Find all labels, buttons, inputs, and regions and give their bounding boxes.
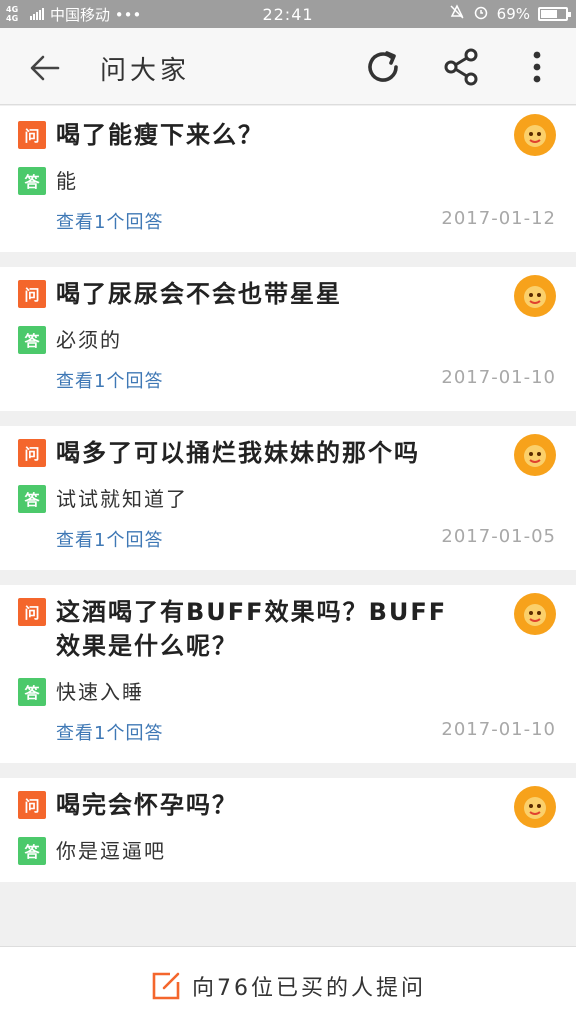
question-badge: 问 xyxy=(18,439,46,467)
page-title: 问大家 xyxy=(100,56,191,86)
answer-text: 能 xyxy=(56,169,78,193)
answer-text: 试试就知道了 xyxy=(56,487,188,511)
back-button[interactable] xyxy=(22,48,68,88)
mascot-avatar-icon xyxy=(524,445,546,467)
refresh-button[interactable] xyxy=(360,44,406,90)
avatar xyxy=(514,786,556,828)
mascot-avatar-icon xyxy=(524,125,546,147)
question-date: 2017-01-10 xyxy=(441,367,556,388)
edit-icon xyxy=(152,972,180,999)
question-list[interactable]: 问喝了能瘦下来么？ 答能 查看1个回答 2017-01-12 问喝了尿尿会不会也带… xyxy=(0,106,576,946)
question-card[interactable]: 问这酒喝了有BUFF效果吗？BUFF效果是什么呢？ 答快速入睡 查看1个回答 20… xyxy=(0,585,576,763)
app-header: 问大家 xyxy=(0,28,576,105)
more-vertical-icon xyxy=(533,51,541,83)
alarm-icon xyxy=(473,4,489,24)
view-answers-link[interactable]: 查看1个回答 xyxy=(56,367,163,393)
question-badge: 问 xyxy=(18,121,46,149)
mascot-avatar-icon xyxy=(524,286,546,308)
arrow-left-icon xyxy=(30,55,60,81)
ask-question-label: 向76位已买的人提问 xyxy=(192,975,426,1001)
question-card[interactable]: 问喝完会怀孕吗？ 答你是逗逼吧 xyxy=(0,778,576,882)
avatar xyxy=(514,434,556,476)
answer-badge: 答 xyxy=(18,326,46,354)
question-text: 这酒喝了有BUFF效果吗？BUFF效果是什么呢？ xyxy=(56,598,448,660)
question-badge: 问 xyxy=(18,598,46,626)
answer-badge: 答 xyxy=(18,167,46,195)
ask-question-button[interactable]: 向76位已买的人提问 xyxy=(0,946,576,1024)
mascot-avatar-icon xyxy=(524,797,546,819)
battery-level xyxy=(541,10,557,18)
answer-badge: 答 xyxy=(18,485,46,513)
question-text: 喝了尿尿会不会也带星星 xyxy=(56,280,342,308)
battery-percent: 69% xyxy=(496,5,530,23)
answer-text: 快速入睡 xyxy=(56,680,144,704)
avatar xyxy=(514,593,556,635)
view-answers-link[interactable]: 查看1个回答 xyxy=(56,719,163,745)
question-badge: 问 xyxy=(18,791,46,819)
view-answers-link[interactable]: 查看1个回答 xyxy=(56,208,163,234)
question-text: 喝多了可以捅烂我妹妹的那个吗 xyxy=(56,439,420,467)
mute-icon xyxy=(449,4,465,24)
share-icon xyxy=(444,48,478,86)
answer-badge: 答 xyxy=(18,837,46,865)
battery-icon xyxy=(538,7,571,21)
question-badge: 问 xyxy=(18,280,46,308)
question-card[interactable]: 问喝多了可以捅烂我妹妹的那个吗 答试试就知道了 查看1个回答 2017-01-05 xyxy=(0,426,576,570)
answer-text: 你是逗逼吧 xyxy=(56,839,166,863)
view-answers-link[interactable]: 查看1个回答 xyxy=(56,526,163,552)
question-date: 2017-01-10 xyxy=(441,719,556,740)
avatar xyxy=(514,275,556,317)
more-button[interactable] xyxy=(514,44,560,90)
refresh-icon xyxy=(368,51,398,82)
mascot-avatar-icon xyxy=(524,604,546,626)
question-text: 喝了能瘦下来么？ xyxy=(56,121,264,149)
question-card[interactable]: 问喝了能瘦下来么？ 答能 查看1个回答 2017-01-12 xyxy=(0,106,576,252)
share-button[interactable] xyxy=(438,44,484,90)
question-date: 2017-01-05 xyxy=(441,526,556,547)
answer-badge: 答 xyxy=(18,678,46,706)
avatar xyxy=(514,114,556,156)
question-card[interactable]: 问喝了尿尿会不会也带星星 答必须的 查看1个回答 2017-01-10 xyxy=(0,267,576,411)
answer-text: 必须的 xyxy=(56,328,122,352)
question-date: 2017-01-12 xyxy=(441,208,556,229)
question-text: 喝完会怀孕吗？ xyxy=(56,791,238,819)
status-bar: 4G 4G 中国移动 ••• 22:41 69% xyxy=(0,0,576,28)
